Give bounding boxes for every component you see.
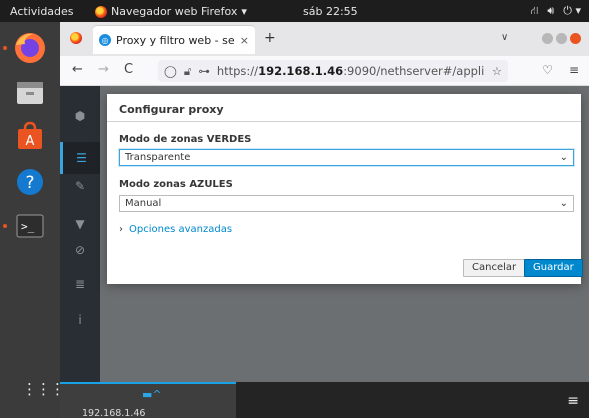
configure-proxy-dialog: Configurar proxy Modo de zonas VERDES Tr… <box>107 94 583 284</box>
green-zone-value: Transparente <box>125 152 191 163</box>
blue-zone-value: Manual <box>125 198 162 209</box>
app-menu-label: Navegador web Firefox <box>111 5 238 18</box>
app-menu[interactable]: Navegador web Firefox ▾ <box>95 5 247 18</box>
dock-help[interactable]: ? <box>10 162 50 202</box>
lock-warning-icon[interactable]: 🔓︎ <box>184 64 191 79</box>
block-icon[interactable]: ⊘ <box>60 234 100 266</box>
cockpit-sidebar: ⬢ ☰ ✎ ▼ ⊘ ≣ i <box>60 86 100 418</box>
close-icon[interactable] <box>570 33 581 44</box>
dock-terminal[interactable]: >_ <box>10 206 50 246</box>
network-indicator[interactable]: ▬^ 192.168.1.46 <box>60 382 236 418</box>
tab-overflow-button[interactable]: ∨ <box>501 32 508 43</box>
svg-text:A: A <box>26 134 35 149</box>
chevron-down-icon: ⌄ <box>559 198 568 209</box>
help-icon: ? <box>17 169 43 195</box>
toolbar-right: ♡ ≡ <box>542 63 579 77</box>
tab-title: Proxy y filtro web - server <box>116 33 235 47</box>
dock: A ? >_ <box>0 22 60 418</box>
url-text[interactable]: https://192.168.1.46:9090/nethserver#/ap… <box>217 64 485 78</box>
wrench-icon[interactable]: ✎ <box>60 170 100 202</box>
taskbar-menu-icon[interactable]: ≡ <box>567 393 579 409</box>
forward-button[interactable]: → <box>98 62 109 77</box>
software-icon: A <box>18 121 42 149</box>
dock-firefox[interactable] <box>10 28 50 68</box>
dock-files[interactable] <box>10 72 50 112</box>
bottom-taskbar: ▬^ 192.168.1.46 ≡ <box>60 382 589 418</box>
svg-text:>_: >_ <box>21 220 35 233</box>
permissions-icon[interactable]: ⊶ <box>198 64 210 78</box>
info-icon[interactable]: i <box>60 304 100 336</box>
dock-software[interactable]: A <box>10 116 50 156</box>
dialog-title: Configurar proxy <box>107 94 581 122</box>
tab-active[interactable]: ◎ Proxy y filtro web - server × <box>93 26 255 54</box>
tab-bar: ◎ Proxy y filtro web - server × + ∨ <box>60 22 589 56</box>
chevron-down-icon: ⌄ <box>559 152 568 163</box>
shield-icon[interactable]: ◯ <box>164 64 177 78</box>
url-bar[interactable]: ◯ 🔓︎ ⊶ https://192.168.1.46:9090/nethser… <box>158 60 508 82</box>
cube-icon[interactable]: ⬢ <box>60 100 100 132</box>
dialog-footer: Cancelar Guardar <box>107 246 583 284</box>
firefox-icon <box>95 5 107 18</box>
green-zone-label: Modo de zonas VERDES <box>119 134 252 145</box>
menu-icon[interactable]: ≡ <box>569 63 579 77</box>
chevron-down-icon: ▾ <box>241 5 247 18</box>
firefox-icon <box>15 33 45 63</box>
back-button[interactable]: ← <box>72 62 83 77</box>
chevron-right-icon: › <box>119 224 123 235</box>
navigation-bar: ← → C ◯ 🔓︎ ⊶ https://192.168.1.46:9090/n… <box>60 56 589 86</box>
advanced-options-toggle[interactable]: › Opciones avanzadas <box>119 224 232 235</box>
bookmark-star-icon[interactable]: ☆ <box>492 64 502 78</box>
show-apps-icon[interactable]: ⋮⋮⋮ <box>22 382 65 397</box>
firefox-icon <box>70 32 82 44</box>
minimize-icon[interactable] <box>542 33 553 44</box>
terminal-icon: >_ <box>16 214 44 238</box>
clock[interactable]: sáb 22:55 <box>303 5 358 18</box>
reload-button[interactable]: C <box>124 62 133 77</box>
tab-close-icon[interactable]: × <box>240 34 249 47</box>
dock-running-indicator <box>3 224 7 228</box>
cockpit-favicon-icon: ◎ <box>99 34 111 46</box>
dock-running-indicator <box>3 46 7 50</box>
desktop: { "topbar": { "activities": "Actividades… <box>0 0 589 418</box>
firefox-window: ◎ Proxy y filtro web - server × + ∨ ← → … <box>60 22 589 418</box>
green-zone-select[interactable]: Transparente ⌄ <box>119 149 574 166</box>
files-icon <box>17 82 43 104</box>
window-controls <box>542 33 581 44</box>
save-button[interactable]: Guardar <box>524 259 583 277</box>
volume-icon: 🔊︎ <box>547 4 555 17</box>
advanced-options-label: Opciones avanzadas <box>129 224 233 235</box>
maximize-icon[interactable] <box>556 33 567 44</box>
network-icon: ⛙ <box>530 4 539 17</box>
system-tray[interactable]: ⛙ 🔊︎ ⏻ ▾ <box>531 4 581 19</box>
menu-icon[interactable]: ≣ <box>60 268 100 300</box>
network-drive-icon: ▬^ <box>142 388 162 401</box>
activities-button[interactable]: Actividades <box>10 5 74 18</box>
power-icon: ⏻ ▾ <box>563 4 581 17</box>
new-tab-button[interactable]: + <box>264 30 276 46</box>
svg-text:?: ? <box>25 173 34 193</box>
blue-zone-label: Modo zonas AZULES <box>119 179 233 190</box>
cancel-button[interactable]: Cancelar <box>463 259 526 277</box>
blue-zone-select[interactable]: Manual ⌄ <box>119 195 574 212</box>
pocket-icon[interactable]: ♡ <box>542 63 553 77</box>
system-top-bar: Actividades Navegador web Firefox ▾ sáb … <box>0 0 589 22</box>
network-indicator-label: 192.168.1.46 <box>82 408 146 418</box>
